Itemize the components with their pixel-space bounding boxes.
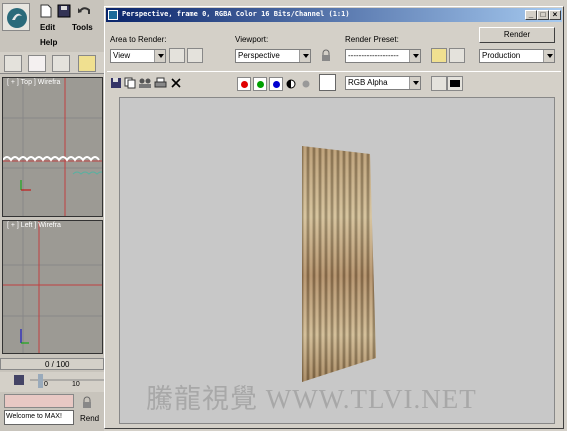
rendered-frame-window: Perspective, frame 0, RGBA Color 16 Bits… [104, 6, 564, 429]
toggle-ui-icon[interactable] [447, 76, 463, 91]
select-link-icon[interactable] [28, 55, 46, 72]
environment-effects-icon[interactable] [449, 48, 465, 63]
clear-image-icon[interactable] [170, 77, 182, 89]
minimize-button[interactable]: _ [525, 10, 537, 20]
new-file-icon[interactable] [38, 4, 54, 18]
viewport-value: Perspective [238, 51, 280, 60]
track-tick-mid: 10 [72, 381, 80, 388]
print-image-icon[interactable] [154, 77, 167, 89]
render-setup-icon[interactable] [431, 48, 447, 63]
auto-region-icon[interactable] [187, 48, 203, 63]
select-object-icon[interactable] [78, 55, 96, 72]
maximize-button[interactable]: □ [537, 10, 549, 20]
menu-edit[interactable]: Edit [40, 23, 55, 32]
viewport-top-label[interactable]: [ + ] Top ] Wirefra [7, 79, 60, 86]
close-button[interactable]: × [549, 10, 561, 20]
viewport-label: Viewport: [235, 35, 269, 44]
selection-lock-icon[interactable] [80, 396, 94, 410]
production-select[interactable]: Production [479, 49, 555, 63]
viewport-left-label[interactable]: [ + ] Left ] Wirefra [7, 222, 61, 229]
green-channel-toggle[interactable] [253, 77, 267, 91]
area-to-render-label: Area to Render: [110, 35, 167, 44]
viewport-left[interactable]: [ + ] Left ] Wirefra [2, 220, 103, 354]
track-tick-start: 0 [44, 381, 48, 388]
time-slider-value: 0 / 100 [45, 360, 70, 369]
track-bar-ticks [14, 374, 104, 388]
status-welcome: Welcome to MAX! [4, 410, 74, 425]
channel-display-select[interactable]: RGB Alpha [345, 76, 421, 90]
toolbar-divider [107, 71, 561, 72]
color-swatch[interactable] [319, 74, 336, 91]
green-channel-icon [257, 81, 264, 88]
production-value: Production [482, 51, 521, 60]
viewport-top[interactable]: [ + ] Top ] Wirefra [2, 77, 103, 217]
select-filter-dropdown[interactable] [4, 55, 22, 72]
main-toolbar [0, 52, 104, 74]
viewport-select[interactable]: Perspective [235, 49, 311, 63]
render-preset-value: ------------------- [348, 51, 399, 60]
area-to-render-select[interactable]: View [110, 49, 166, 63]
render-preset-label: Render Preset: [345, 35, 399, 44]
blue-channel-icon [273, 81, 280, 88]
edit-region-icon[interactable] [169, 48, 185, 63]
render-status-text: Rend [80, 414, 100, 423]
save-image-icon[interactable] [110, 77, 122, 89]
render-canvas[interactable]: 騰龍視覺 WWW.TLVI.NET [119, 97, 555, 424]
maxscript-listener-input[interactable] [4, 394, 74, 408]
max-logo-icon[interactable] [2, 3, 30, 31]
max-main-window: Edit Tools Help [ + ] Top ] Wirefra [+ … [0, 0, 104, 431]
channel-display-value: RGB Alpha [348, 78, 388, 87]
move-gizmo-icon[interactable] [52, 55, 70, 72]
time-slider[interactable]: 0 / 100 [0, 358, 104, 370]
toggle-ui-overlay-icon[interactable] [431, 76, 447, 91]
track-bar[interactable]: 0 10 [0, 372, 104, 392]
red-channel-toggle[interactable] [237, 77, 251, 91]
menu-tools[interactable]: Tools [72, 23, 93, 32]
frame-window-icon [108, 10, 118, 20]
rendered-curtain [302, 146, 376, 382]
copy-image-icon[interactable] [124, 77, 136, 89]
alpha-channel-icon[interactable] [286, 79, 296, 89]
render-button[interactable]: Render [479, 27, 555, 43]
clone-window-icon[interactable] [138, 77, 152, 89]
lock-viewport-icon[interactable] [319, 48, 333, 63]
render-preset-select[interactable]: ------------------- [345, 49, 421, 63]
undo-icon[interactable] [76, 4, 92, 18]
window-title: Perspective, frame 0, RGBA Color 16 Bits… [122, 10, 350, 18]
area-to-render-value: View [113, 51, 131, 60]
menu-help[interactable]: Help [40, 38, 57, 47]
watermark: 騰龍視覺 WWW.TLVI.NET [146, 384, 477, 414]
red-channel-icon [241, 81, 248, 88]
monochrome-icon[interactable] [301, 79, 311, 89]
title-bar: Perspective, frame 0, RGBA Color 16 Bits… [106, 8, 562, 22]
blue-channel-toggle[interactable] [269, 77, 283, 91]
save-icon[interactable] [56, 4, 72, 18]
